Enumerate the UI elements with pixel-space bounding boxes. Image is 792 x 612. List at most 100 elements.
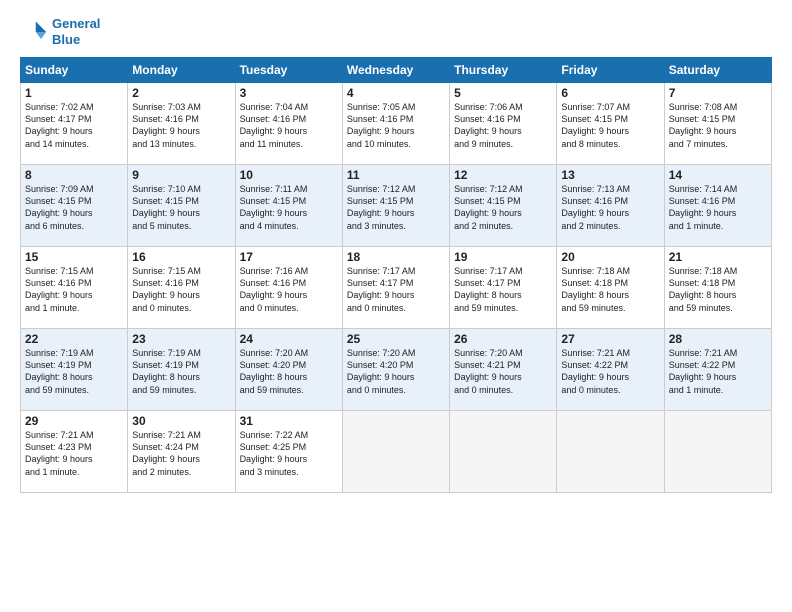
- calendar-cell: 13Sunrise: 7:13 AMSunset: 4:16 PMDayligh…: [557, 165, 664, 247]
- cell-info: Sunrise: 7:22 AMSunset: 4:25 PMDaylight:…: [240, 429, 338, 478]
- calendar-cell: 11Sunrise: 7:12 AMSunset: 4:15 PMDayligh…: [342, 165, 449, 247]
- calendar-cell: 9Sunrise: 7:10 AMSunset: 4:15 PMDaylight…: [128, 165, 235, 247]
- calendar-cell: [342, 411, 449, 493]
- header: General Blue: [20, 16, 772, 47]
- day-number: 11: [347, 168, 445, 182]
- day-number: 10: [240, 168, 338, 182]
- week-row-5: 29Sunrise: 7:21 AMSunset: 4:23 PMDayligh…: [21, 411, 772, 493]
- cell-info: Sunrise: 7:20 AMSunset: 4:20 PMDaylight:…: [347, 347, 445, 396]
- day-number: 4: [347, 86, 445, 100]
- calendar-cell: 14Sunrise: 7:14 AMSunset: 4:16 PMDayligh…: [664, 165, 771, 247]
- day-number: 8: [25, 168, 123, 182]
- cell-info: Sunrise: 7:02 AMSunset: 4:17 PMDaylight:…: [25, 101, 123, 150]
- day-number: 21: [669, 250, 767, 264]
- cell-info: Sunrise: 7:03 AMSunset: 4:16 PMDaylight:…: [132, 101, 230, 150]
- calendar-cell: 20Sunrise: 7:18 AMSunset: 4:18 PMDayligh…: [557, 247, 664, 329]
- calendar-cell: 7Sunrise: 7:08 AMSunset: 4:15 PMDaylight…: [664, 83, 771, 165]
- calendar-cell: [557, 411, 664, 493]
- cell-info: Sunrise: 7:21 AMSunset: 4:22 PMDaylight:…: [561, 347, 659, 396]
- calendar-cell: 8Sunrise: 7:09 AMSunset: 4:15 PMDaylight…: [21, 165, 128, 247]
- calendar-cell: 21Sunrise: 7:18 AMSunset: 4:18 PMDayligh…: [664, 247, 771, 329]
- cell-info: Sunrise: 7:17 AMSunset: 4:17 PMDaylight:…: [454, 265, 552, 314]
- cell-info: Sunrise: 7:18 AMSunset: 4:18 PMDaylight:…: [669, 265, 767, 314]
- calendar-cell: 16Sunrise: 7:15 AMSunset: 4:16 PMDayligh…: [128, 247, 235, 329]
- calendar-cell: 28Sunrise: 7:21 AMSunset: 4:22 PMDayligh…: [664, 329, 771, 411]
- cell-info: Sunrise: 7:21 AMSunset: 4:22 PMDaylight:…: [669, 347, 767, 396]
- cell-info: Sunrise: 7:20 AMSunset: 4:21 PMDaylight:…: [454, 347, 552, 396]
- day-number: 5: [454, 86, 552, 100]
- day-number: 16: [132, 250, 230, 264]
- page: General Blue SundayMondayTuesdayWednesda…: [0, 0, 792, 612]
- calendar-cell: 1Sunrise: 7:02 AMSunset: 4:17 PMDaylight…: [21, 83, 128, 165]
- day-number: 29: [25, 414, 123, 428]
- cell-info: Sunrise: 7:15 AMSunset: 4:16 PMDaylight:…: [25, 265, 123, 314]
- calendar-cell: 31Sunrise: 7:22 AMSunset: 4:25 PMDayligh…: [235, 411, 342, 493]
- week-row-4: 22 Sunrise: 7:19 AMSunset: 4:19 PMDayligh…: [21, 329, 772, 411]
- day-number: 7: [669, 86, 767, 100]
- logo-icon: [20, 18, 48, 46]
- cell-info: Sunrise: 7:18 AMSunset: 4:18 PMDaylight:…: [561, 265, 659, 314]
- day-number: 3: [240, 86, 338, 100]
- cell-info: Sunrise: 7:14 AMSunset: 4:16 PMDaylight:…: [669, 183, 767, 232]
- logo-text: General Blue: [52, 16, 100, 47]
- week-row-1: 1Sunrise: 7:02 AMSunset: 4:17 PMDaylight…: [21, 83, 772, 165]
- day-number: 19: [454, 250, 552, 264]
- calendar: SundayMondayTuesdayWednesdayThursdayFrid…: [20, 57, 772, 493]
- calendar-cell: 2Sunrise: 7:03 AMSunset: 4:16 PMDaylight…: [128, 83, 235, 165]
- day-number: 23: [132, 332, 230, 346]
- cell-info: Sunrise: 7:11 AMSunset: 4:15 PMDaylight:…: [240, 183, 338, 232]
- calendar-cell: 5Sunrise: 7:06 AMSunset: 4:16 PMDaylight…: [450, 83, 557, 165]
- calendar-cell: 29Sunrise: 7:21 AMSunset: 4:23 PMDayligh…: [21, 411, 128, 493]
- week-row-2: 8Sunrise: 7:09 AMSunset: 4:15 PMDaylight…: [21, 165, 772, 247]
- day-number: 30: [132, 414, 230, 428]
- day-number: 31: [240, 414, 338, 428]
- calendar-cell: 3Sunrise: 7:04 AMSunset: 4:16 PMDaylight…: [235, 83, 342, 165]
- day-number: 22: [25, 332, 123, 346]
- day-number: 6: [561, 86, 659, 100]
- col-header-thursday: Thursday: [450, 58, 557, 83]
- logo: General Blue: [20, 16, 100, 47]
- week-row-3: 15Sunrise: 7:15 AMSunset: 4:16 PMDayligh…: [21, 247, 772, 329]
- calendar-cell: 25Sunrise: 7:20 AMSunset: 4:20 PMDayligh…: [342, 329, 449, 411]
- day-number: 12: [454, 168, 552, 182]
- cell-info: Sunrise: 7:21 AMSunset: 4:24 PMDaylight:…: [132, 429, 230, 478]
- cell-info: Sunrise: 7:16 AMSunset: 4:16 PMDaylight:…: [240, 265, 338, 314]
- calendar-cell: 10Sunrise: 7:11 AMSunset: 4:15 PMDayligh…: [235, 165, 342, 247]
- col-header-tuesday: Tuesday: [235, 58, 342, 83]
- day-number: 13: [561, 168, 659, 182]
- col-header-saturday: Saturday: [664, 58, 771, 83]
- calendar-cell: 15Sunrise: 7:15 AMSunset: 4:16 PMDayligh…: [21, 247, 128, 329]
- cell-info: Sunrise: 7:12 AMSunset: 4:15 PMDaylight:…: [347, 183, 445, 232]
- cell-info: Sunrise: 7:21 AMSunset: 4:23 PMDaylight:…: [25, 429, 123, 478]
- cell-info: Sunrise: 7:07 AMSunset: 4:15 PMDaylight:…: [561, 101, 659, 150]
- day-number: 9: [132, 168, 230, 182]
- calendar-cell: 22Sunrise: 7:19 AMSunset: 4:19 PMDayligh…: [21, 329, 128, 411]
- cell-info: Sunrise: 7:19 AMSunset: 4:19 PMDaylight:…: [132, 347, 230, 396]
- day-number: 18: [347, 250, 445, 264]
- cell-info: Sunrise: 7:17 AMSunset: 4:17 PMDaylight:…: [347, 265, 445, 314]
- calendar-cell: 27Sunrise: 7:21 AMSunset: 4:22 PMDayligh…: [557, 329, 664, 411]
- calendar-cell: 26Sunrise: 7:20 AMSunset: 4:21 PMDayligh…: [450, 329, 557, 411]
- cell-info: Sunrise: 7:13 AMSunset: 4:16 PMDaylight:…: [561, 183, 659, 232]
- col-header-sunday: Sunday: [21, 58, 128, 83]
- day-number: 26: [454, 332, 552, 346]
- col-header-wednesday: Wednesday: [342, 58, 449, 83]
- day-number: 17: [240, 250, 338, 264]
- cell-info: Sunrise: 7:09 AMSunset: 4:15 PMDaylight:…: [25, 183, 123, 232]
- day-number: 24: [240, 332, 338, 346]
- calendar-cell: 24Sunrise: 7:20 AMSunset: 4:20 PMDayligh…: [235, 329, 342, 411]
- calendar-cell: 23Sunrise: 7:19 AMSunset: 4:19 PMDayligh…: [128, 329, 235, 411]
- calendar-cell: 30Sunrise: 7:21 AMSunset: 4:24 PMDayligh…: [128, 411, 235, 493]
- cell-info: Sunrise: 7:10 AMSunset: 4:15 PMDaylight:…: [132, 183, 230, 232]
- calendar-cell: 4Sunrise: 7:05 AMSunset: 4:16 PMDaylight…: [342, 83, 449, 165]
- day-number: 27: [561, 332, 659, 346]
- day-number: 20: [561, 250, 659, 264]
- cell-info: Sunrise: 7:12 AMSunset: 4:15 PMDaylight:…: [454, 183, 552, 232]
- col-header-friday: Friday: [557, 58, 664, 83]
- cell-info: Sunrise: 7:15 AMSunset: 4:16 PMDaylight:…: [132, 265, 230, 314]
- cell-info: Sunrise: 7:05 AMSunset: 4:16 PMDaylight:…: [347, 101, 445, 150]
- day-number: 25: [347, 332, 445, 346]
- cell-info: Sunrise: 7:08 AMSunset: 4:15 PMDaylight:…: [669, 101, 767, 150]
- day-number: 15: [25, 250, 123, 264]
- calendar-cell: 18Sunrise: 7:17 AMSunset: 4:17 PMDayligh…: [342, 247, 449, 329]
